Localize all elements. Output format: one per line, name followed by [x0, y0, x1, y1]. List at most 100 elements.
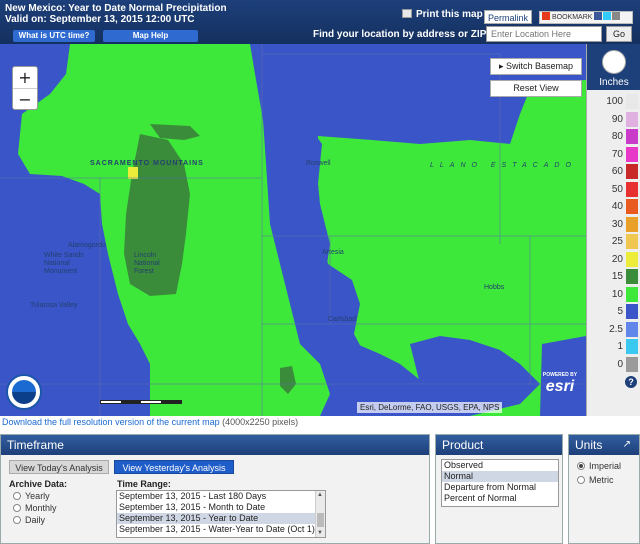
time-range-list[interactable]: September 13, 2015 - Last 180 Days Septem… — [116, 490, 326, 538]
legend-swatch — [626, 181, 638, 197]
facebook-icon[interactable] — [594, 12, 603, 20]
legend-swatch — [626, 164, 638, 179]
legend-swatch — [626, 216, 638, 232]
product-options: Observed Normal Departure from Normal Perce… — [442, 460, 558, 504]
product-option[interactable]: Percent of Normal — [442, 493, 558, 504]
permalink-button[interactable]: Permalink — [484, 10, 532, 24]
place-label: White Sands National Monument — [44, 252, 84, 275]
archive-yearly-radio[interactable]: Yearly — [13, 491, 50, 501]
place-label: Hobbs — [484, 284, 505, 291]
time-range-scrollbar[interactable]: ▲ ▼ — [315, 491, 325, 537]
download-full-resolution-link[interactable]: Download the full resolution version of … — [2, 417, 220, 427]
legend-item: 5 — [587, 304, 640, 319]
time-range-option[interactable]: September 13, 2015 - Water-Year to Date … — [117, 524, 325, 535]
legend-swatch — [626, 304, 638, 319]
product-list[interactable]: Observed Normal Departure from Normal Perce… — [441, 459, 559, 507]
timeframe-panel: Timeframe View Today's Analysis View Yes… — [0, 434, 430, 544]
title-line-1: New Mexico: Year to Date Normal Precipit… — [5, 3, 227, 14]
switch-basemap-button[interactable]: ▸ Switch Basemap — [490, 58, 582, 75]
print-label: Print this map — [416, 9, 483, 20]
product-title: Product — [436, 435, 562, 455]
what-is-utc-button[interactable]: What is UTC time? — [13, 30, 95, 42]
legend-item: 2.5 — [587, 321, 640, 337]
legend-item: 0 — [587, 356, 640, 372]
legend-value: 80 — [611, 131, 623, 142]
print-map-link[interactable]: Print this map — [402, 9, 483, 20]
header-bar: New Mexico: Year to Date Normal Precipit… — [0, 0, 640, 44]
noaa-bird-icon — [12, 380, 36, 404]
radio-circle — [577, 476, 585, 484]
product-option[interactable]: Departure from Normal — [442, 482, 558, 493]
zoom-in-button[interactable]: + — [13, 67, 37, 88]
legend-swatch — [626, 321, 638, 337]
legend-swatch — [626, 129, 638, 144]
email-icon[interactable] — [612, 12, 621, 20]
radio-label: Monthly — [25, 503, 57, 513]
scroll-up-icon[interactable]: ▲ — [317, 492, 323, 498]
esri-wordmark: esri — [545, 378, 575, 395]
radio-circle — [13, 516, 21, 524]
legend-value: 100 — [606, 96, 623, 107]
legend-header: Inches — [587, 44, 640, 90]
scroll-down-icon[interactable]: ▼ — [317, 530, 323, 536]
time-range-label: Time Range: — [117, 479, 171, 489]
precipitation-map[interactable]: SACRAMENTO MOUNTAINS Alamogordo White Sa… — [0, 44, 586, 416]
time-range-option[interactable]: September 13, 2015 - Year to Date — [117, 513, 325, 524]
switch-basemap-label: Switch Basemap — [506, 61, 574, 71]
units-metric-radio[interactable]: Metric — [577, 475, 614, 485]
location-search-input[interactable] — [486, 26, 602, 42]
archive-monthly-radio[interactable]: Monthly — [13, 503, 57, 513]
product-option[interactable]: Normal — [442, 471, 558, 482]
legend-swatch — [626, 356, 638, 372]
units-title: Units — [575, 438, 603, 452]
legend-item: 30 — [587, 216, 640, 232]
legend-value: 1 — [617, 341, 623, 352]
basemap-arrow-icon: ▸ — [498, 61, 506, 71]
legend-swatch — [626, 339, 638, 354]
units-imperial-radio[interactable]: Imperial — [577, 461, 621, 471]
legend-value: 5 — [617, 306, 623, 317]
legend-value: 50 — [611, 183, 623, 195]
twitter-icon[interactable] — [603, 12, 612, 20]
expand-icon[interactable]: ↗ — [623, 435, 631, 455]
legend-value: 25 — [611, 236, 623, 247]
download-line: Download the full resolution version of … — [2, 417, 298, 427]
reset-view-button[interactable]: Reset View — [490, 80, 582, 97]
bookmark-button[interactable]: BOOKMARK — [539, 11, 633, 24]
legend-item: 15 — [587, 269, 640, 284]
map-scale-bar — [100, 400, 182, 404]
archive-daily-radio[interactable]: Daily — [13, 515, 45, 525]
place-label: Roswell — [306, 160, 331, 167]
printer-icon — [402, 9, 412, 18]
map-title: New Mexico: Year to Date Normal Precipit… — [5, 3, 227, 25]
go-button[interactable]: Go — [606, 26, 632, 42]
legend-swatch — [626, 286, 638, 302]
legend-item: 60 — [587, 164, 640, 179]
radio-circle-selected — [577, 462, 585, 470]
legend-value: 40 — [611, 201, 623, 212]
legend-swatch — [626, 251, 638, 267]
product-option[interactable]: Observed — [442, 460, 558, 471]
legend-item: 90 — [587, 111, 640, 127]
radio-label: Daily — [25, 515, 46, 525]
archive-data-label: Archive Data: — [9, 479, 68, 489]
legend-help-icon[interactable]: ? — [625, 376, 637, 388]
view-today-button[interactable]: View Today's Analysis — [9, 460, 109, 474]
view-yesterday-button[interactable]: View Yesterday's Analysis — [114, 460, 234, 474]
place-label: SACRAMENTO MOUNTAINS — [90, 160, 204, 167]
zoom-out-button[interactable]: − — [13, 88, 37, 109]
time-range-option[interactable]: September 13, 2015 - Last 180 Days — [117, 491, 325, 502]
legend-swatch — [626, 94, 638, 109]
legend-value: 90 — [611, 113, 623, 125]
place-label: Alamogordo — [68, 242, 106, 249]
legend-swatch — [626, 234, 638, 249]
place-label: Carlsbad — [328, 316, 357, 323]
legend-item: 70 — [587, 146, 640, 162]
map-help-button[interactable]: Map Help — [103, 30, 198, 42]
legend-swatch — [626, 146, 638, 162]
legend-value: 0 — [617, 358, 623, 370]
scroll-thumb[interactable] — [317, 513, 324, 527]
radio-circle — [13, 492, 21, 500]
legend-value: 70 — [611, 148, 623, 160]
time-range-option[interactable]: September 13, 2015 - Month to Date — [117, 502, 325, 513]
